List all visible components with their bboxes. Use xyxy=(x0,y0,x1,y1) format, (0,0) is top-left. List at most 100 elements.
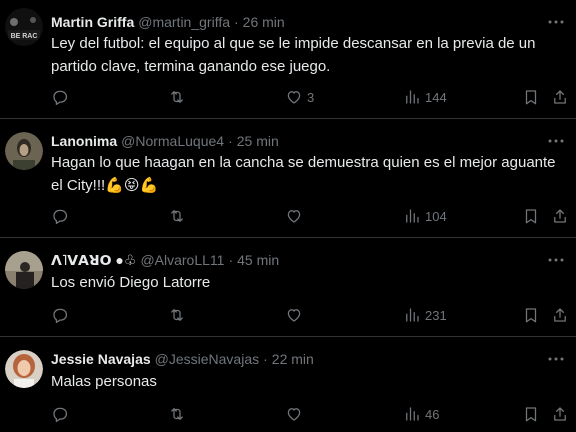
views-button[interactable]: 231 xyxy=(403,305,447,325)
tweet-text: Ley del futbol: el equipo al que se le i… xyxy=(51,32,566,78)
tweet-text-line: partido clave, termina ganando ese juego… xyxy=(51,58,331,75)
separator-dot: · xyxy=(234,14,239,30)
tweet-text: Los envió Diego Latorre xyxy=(51,271,566,294)
tongue-out-emoji: 😝 xyxy=(123,177,140,194)
reply-button[interactable] xyxy=(51,404,69,424)
timestamp[interactable]: 22 min xyxy=(272,351,314,367)
tweet-header: Jessie Navajas @JessieNavajas · 22 min xyxy=(51,350,314,368)
retweet-button[interactable] xyxy=(168,305,186,325)
avatar-image xyxy=(5,251,43,289)
author-name[interactable]: ꓥ˥ꓦꓮꓤꓳ ●♧ xyxy=(51,252,136,269)
reply-icon xyxy=(53,308,68,323)
heart-icon xyxy=(287,210,301,223)
more-icon[interactable] xyxy=(546,131,566,151)
retweet-button[interactable] xyxy=(168,404,186,424)
like-button[interactable] xyxy=(285,305,307,325)
share-button[interactable] xyxy=(551,87,569,107)
views-icon xyxy=(406,90,419,104)
bookmark-button[interactable] xyxy=(522,87,540,107)
reply-icon xyxy=(53,407,68,422)
author-name[interactable]: Martin Griffa xyxy=(51,14,134,30)
author-name[interactable]: Lanonima xyxy=(51,133,117,149)
reply-icon xyxy=(53,90,68,105)
tweet[interactable]: BE RAC Martin Griffa @martin_griffa · 26… xyxy=(0,0,576,119)
timestamp[interactable]: 45 min xyxy=(237,252,279,268)
share-icon xyxy=(554,407,566,421)
action-bar: 104 xyxy=(51,206,571,226)
author-handle[interactable]: @martin_griffa xyxy=(138,14,230,30)
share-button[interactable] xyxy=(551,206,569,226)
tweet-text: Hagan lo que haagan en la cancha se demu… xyxy=(51,151,566,197)
views-count: 144 xyxy=(425,89,447,105)
separator-dot: · xyxy=(228,252,234,268)
author-handle[interactable]: @AlvaroLL11 xyxy=(140,252,224,268)
avatar-text: BE RAC xyxy=(11,33,38,40)
like-count: 3 xyxy=(307,89,315,105)
share-icon xyxy=(554,308,566,322)
bookmark-icon xyxy=(525,407,537,422)
heart-icon xyxy=(287,309,301,322)
tweet-header: Lanonima @NormaLuque4 · 25 min xyxy=(51,132,279,150)
views-button[interactable]: 144 xyxy=(403,87,447,107)
author-name[interactable]: Jessie Navajas xyxy=(51,351,151,367)
reply-button[interactable] xyxy=(51,206,69,226)
avatar[interactable] xyxy=(5,251,43,289)
tweet[interactable]: Lanonima @NormaLuque4 · 25 min Hagan lo … xyxy=(0,119,576,238)
retweet-icon xyxy=(171,408,183,420)
views-count: 104 xyxy=(425,208,447,224)
reply-icon xyxy=(53,209,68,224)
bookmark-icon xyxy=(525,308,537,323)
more-icon[interactable] xyxy=(546,250,566,270)
like-button[interactable]: 3 xyxy=(285,87,314,107)
reply-button[interactable] xyxy=(51,305,69,325)
tweet[interactable]: Jessie Navajas @JessieNavajas · 22 min M… xyxy=(0,337,576,432)
action-bar: 3 144 xyxy=(51,87,571,107)
bookmark-icon xyxy=(525,209,537,224)
avatar[interactable]: BE RAC xyxy=(5,8,43,46)
flexed-biceps-emoji: 💪 xyxy=(139,177,159,194)
views-icon xyxy=(406,209,419,223)
author-handle[interactable]: @JessieNavajas xyxy=(155,351,259,367)
share-icon xyxy=(554,209,566,223)
bookmark-button[interactable] xyxy=(522,305,540,325)
flexed-biceps-emoji: 💪 xyxy=(105,177,124,194)
share-button[interactable] xyxy=(551,404,569,424)
views-icon xyxy=(406,308,419,322)
separator-dot: · xyxy=(263,351,268,367)
retweet-button[interactable] xyxy=(168,87,186,107)
tweet-header: Martin Griffa @martin_griffa · 26 min xyxy=(51,13,285,31)
bookmark-button[interactable] xyxy=(522,206,540,226)
views-icon xyxy=(406,407,419,421)
bookmark-icon xyxy=(525,90,537,105)
action-bar: 46 xyxy=(51,404,571,424)
tweet-header: ꓥ˥ꓦꓮꓤꓳ ●♧ @AlvaroLL11 · 45 min xyxy=(51,251,279,269)
heart-icon xyxy=(287,408,301,421)
tweet-text-line: Malas personas xyxy=(51,373,157,390)
tweet-text-line: Ley del futbol: el equipo al que se le i… xyxy=(51,35,536,52)
views-count: 231 xyxy=(425,307,447,323)
like-button[interactable] xyxy=(285,206,307,226)
tweet-text-segment: el City!!! xyxy=(51,177,106,194)
retweet-button[interactable] xyxy=(168,206,186,226)
more-icon[interactable] xyxy=(546,12,566,32)
heart-icon xyxy=(287,91,301,104)
more-icon[interactable] xyxy=(546,349,566,369)
share-button[interactable] xyxy=(551,305,569,325)
like-button[interactable] xyxy=(285,404,307,424)
avatar-image xyxy=(5,132,43,170)
views-count: 46 xyxy=(425,406,440,422)
avatar-image xyxy=(5,350,43,388)
tweet[interactable]: ꓥ˥ꓦꓮꓤꓳ ●♧ @AlvaroLL11 · 45 min Los envió… xyxy=(0,238,576,337)
avatar[interactable] xyxy=(5,132,43,170)
timestamp[interactable]: 25 min xyxy=(237,133,279,149)
avatar-image: BE RAC xyxy=(5,8,43,46)
tweet-text: Malas personas xyxy=(51,370,566,393)
views-button[interactable]: 46 xyxy=(403,404,439,424)
avatar[interactable] xyxy=(5,350,43,388)
tweet-text-line: el City!!!💪😝💪 xyxy=(51,174,566,197)
timestamp[interactable]: 26 min xyxy=(243,14,285,30)
bookmark-button[interactable] xyxy=(522,404,540,424)
views-button[interactable]: 104 xyxy=(403,206,447,226)
reply-button[interactable] xyxy=(51,87,69,107)
author-handle[interactable]: @NormaLuque4 xyxy=(121,133,224,149)
